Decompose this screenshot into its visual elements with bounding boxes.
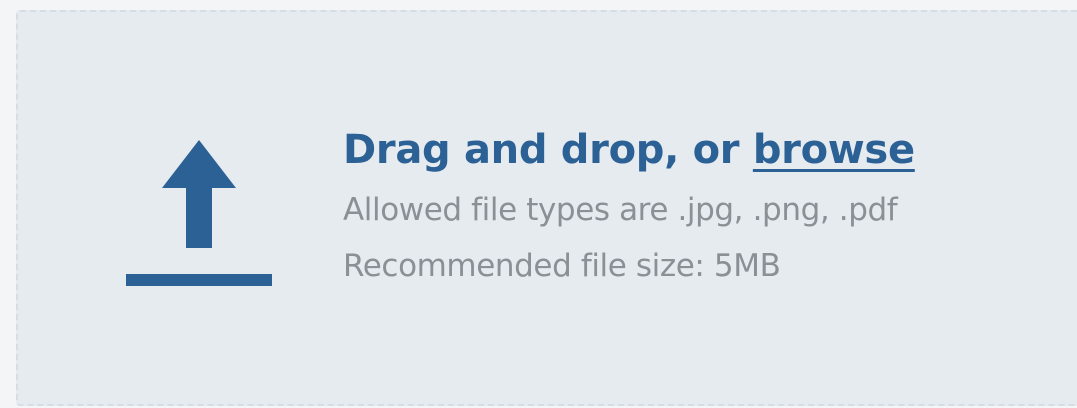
dropzone-text: Drag and drop, or browse Allowed file ty… (343, 126, 915, 294)
browse-link[interactable]: browse (753, 127, 915, 173)
file-dropzone[interactable]: Drag and drop, or browse Allowed file ty… (16, 10, 1077, 406)
recommended-file-size: Recommended file size: 5MB (343, 248, 781, 284)
dropzone-headline: Drag and drop, or browse (343, 126, 915, 174)
headline-prefix: Drag and drop, or (343, 127, 753, 173)
upload-icon (126, 140, 272, 286)
allowed-file-types: Allowed file types are .jpg, .png, .pdf (343, 192, 898, 228)
